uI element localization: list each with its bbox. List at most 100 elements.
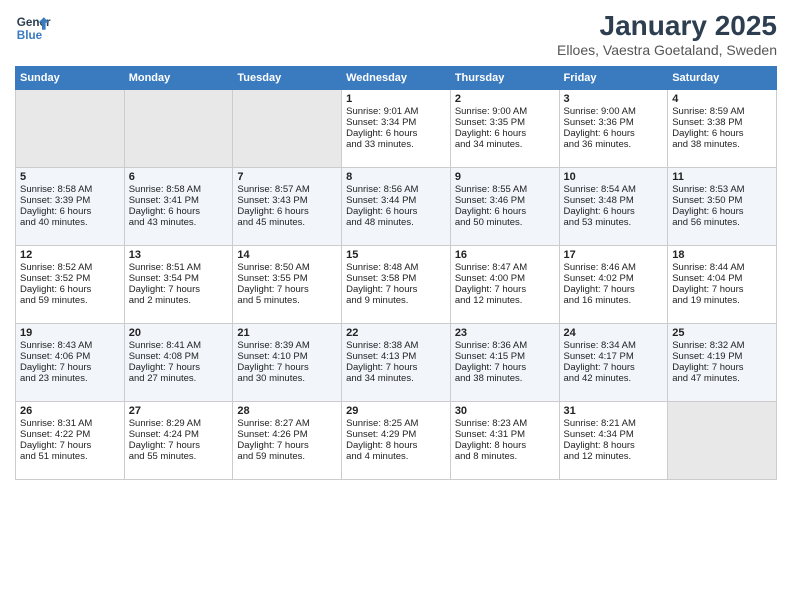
page-container: General Blue January 2025 Elloes, Vaestr…	[0, 0, 792, 490]
table-row	[668, 402, 777, 480]
day-info: Sunset: 4:02 PM	[564, 273, 664, 284]
day-info: and 38 minutes.	[672, 139, 772, 150]
day-info: Sunrise: 8:43 AM	[20, 340, 120, 351]
day-info: and 4 minutes.	[346, 451, 446, 462]
day-info: Sunrise: 8:21 AM	[564, 418, 664, 429]
day-info: Sunset: 3:35 PM	[455, 117, 555, 128]
day-info: Sunset: 4:29 PM	[346, 429, 446, 440]
day-info: Sunrise: 8:25 AM	[346, 418, 446, 429]
day-info: Sunrise: 8:38 AM	[346, 340, 446, 351]
day-info: Daylight: 7 hours	[129, 362, 229, 373]
day-number: 18	[672, 249, 772, 261]
day-info: Daylight: 7 hours	[455, 362, 555, 373]
day-info: Daylight: 6 hours	[20, 206, 120, 217]
day-number: 16	[455, 249, 555, 261]
day-info: Daylight: 6 hours	[346, 128, 446, 139]
day-info: Sunset: 4:13 PM	[346, 351, 446, 362]
col-tuesday: Tuesday	[233, 67, 342, 90]
day-number: 17	[564, 249, 664, 261]
table-row: 23Sunrise: 8:36 AMSunset: 4:15 PMDayligh…	[450, 324, 559, 402]
calendar-week-row: 12Sunrise: 8:52 AMSunset: 3:52 PMDayligh…	[16, 246, 777, 324]
day-info: Sunset: 4:08 PM	[129, 351, 229, 362]
day-number: 21	[237, 327, 337, 339]
day-info: Sunrise: 8:47 AM	[455, 262, 555, 273]
day-info: Daylight: 6 hours	[455, 128, 555, 139]
day-info: Sunset: 4:00 PM	[455, 273, 555, 284]
header: General Blue January 2025 Elloes, Vaestr…	[15, 10, 777, 58]
day-info: and 12 minutes.	[564, 451, 664, 462]
day-info: and 53 minutes.	[564, 217, 664, 228]
day-info: Daylight: 6 hours	[564, 128, 664, 139]
table-row: 12Sunrise: 8:52 AMSunset: 3:52 PMDayligh…	[16, 246, 125, 324]
day-info: Daylight: 6 hours	[672, 206, 772, 217]
day-info: and 27 minutes.	[129, 373, 229, 384]
day-number: 12	[20, 249, 120, 261]
logo-icon: General Blue	[15, 10, 51, 46]
day-number: 26	[20, 405, 120, 417]
day-info: Daylight: 6 hours	[672, 128, 772, 139]
day-info: and 38 minutes.	[455, 373, 555, 384]
day-info: Sunset: 3:39 PM	[20, 195, 120, 206]
day-info: Sunrise: 8:39 AM	[237, 340, 337, 351]
day-info: Sunrise: 8:59 AM	[672, 106, 772, 117]
table-row: 30Sunrise: 8:23 AMSunset: 4:31 PMDayligh…	[450, 402, 559, 480]
day-info: and 47 minutes.	[672, 373, 772, 384]
day-info: Sunrise: 8:41 AM	[129, 340, 229, 351]
day-number: 28	[237, 405, 337, 417]
day-number: 8	[346, 171, 446, 183]
col-wednesday: Wednesday	[342, 67, 451, 90]
table-row	[233, 90, 342, 168]
logo: General Blue	[15, 10, 51, 46]
day-number: 9	[455, 171, 555, 183]
day-info: Daylight: 7 hours	[237, 284, 337, 295]
day-info: and 9 minutes.	[346, 295, 446, 306]
table-row: 22Sunrise: 8:38 AMSunset: 4:13 PMDayligh…	[342, 324, 451, 402]
day-info: and 19 minutes.	[672, 295, 772, 306]
day-info: and 12 minutes.	[455, 295, 555, 306]
title-block: January 2025 Elloes, Vaestra Goetaland, …	[557, 10, 777, 58]
day-info: and 59 minutes.	[237, 451, 337, 462]
table-row: 24Sunrise: 8:34 AMSunset: 4:17 PMDayligh…	[559, 324, 668, 402]
table-row: 21Sunrise: 8:39 AMSunset: 4:10 PMDayligh…	[233, 324, 342, 402]
day-number: 31	[564, 405, 664, 417]
calendar-header-row: Sunday Monday Tuesday Wednesday Thursday…	[16, 67, 777, 90]
day-info: Daylight: 6 hours	[237, 206, 337, 217]
day-info: Sunset: 3:55 PM	[237, 273, 337, 284]
day-info: Daylight: 7 hours	[564, 284, 664, 295]
day-info: Sunrise: 8:27 AM	[237, 418, 337, 429]
table-row: 14Sunrise: 8:50 AMSunset: 3:55 PMDayligh…	[233, 246, 342, 324]
day-info: Daylight: 7 hours	[129, 440, 229, 451]
day-info: Daylight: 6 hours	[129, 206, 229, 217]
day-number: 5	[20, 171, 120, 183]
day-info: Sunrise: 8:58 AM	[20, 184, 120, 195]
table-row: 31Sunrise: 8:21 AMSunset: 4:34 PMDayligh…	[559, 402, 668, 480]
day-info: Sunset: 3:58 PM	[346, 273, 446, 284]
table-row: 27Sunrise: 8:29 AMSunset: 4:24 PMDayligh…	[124, 402, 233, 480]
day-info: Sunset: 4:26 PM	[237, 429, 337, 440]
day-info: Sunrise: 9:00 AM	[564, 106, 664, 117]
table-row: 16Sunrise: 8:47 AMSunset: 4:00 PMDayligh…	[450, 246, 559, 324]
day-info: Sunrise: 8:57 AM	[237, 184, 337, 195]
day-info: and 5 minutes.	[237, 295, 337, 306]
day-info: and 43 minutes.	[129, 217, 229, 228]
day-info: and 59 minutes.	[20, 295, 120, 306]
day-info: Sunset: 4:10 PM	[237, 351, 337, 362]
table-row: 2Sunrise: 9:00 AMSunset: 3:35 PMDaylight…	[450, 90, 559, 168]
day-info: Sunset: 3:44 PM	[346, 195, 446, 206]
day-number: 11	[672, 171, 772, 183]
day-info: and 16 minutes.	[564, 295, 664, 306]
day-info: and 42 minutes.	[564, 373, 664, 384]
day-info: Daylight: 7 hours	[346, 284, 446, 295]
day-info: Sunrise: 8:51 AM	[129, 262, 229, 273]
table-row: 10Sunrise: 8:54 AMSunset: 3:48 PMDayligh…	[559, 168, 668, 246]
day-info: Sunset: 4:34 PM	[564, 429, 664, 440]
calendar-week-row: 26Sunrise: 8:31 AMSunset: 4:22 PMDayligh…	[16, 402, 777, 480]
day-info: Sunrise: 8:44 AM	[672, 262, 772, 273]
day-number: 14	[237, 249, 337, 261]
table-row: 9Sunrise: 8:55 AMSunset: 3:46 PMDaylight…	[450, 168, 559, 246]
day-number: 30	[455, 405, 555, 417]
day-info: Sunset: 3:34 PM	[346, 117, 446, 128]
day-info: and 55 minutes.	[129, 451, 229, 462]
svg-text:General: General	[17, 16, 51, 29]
table-row: 17Sunrise: 8:46 AMSunset: 4:02 PMDayligh…	[559, 246, 668, 324]
